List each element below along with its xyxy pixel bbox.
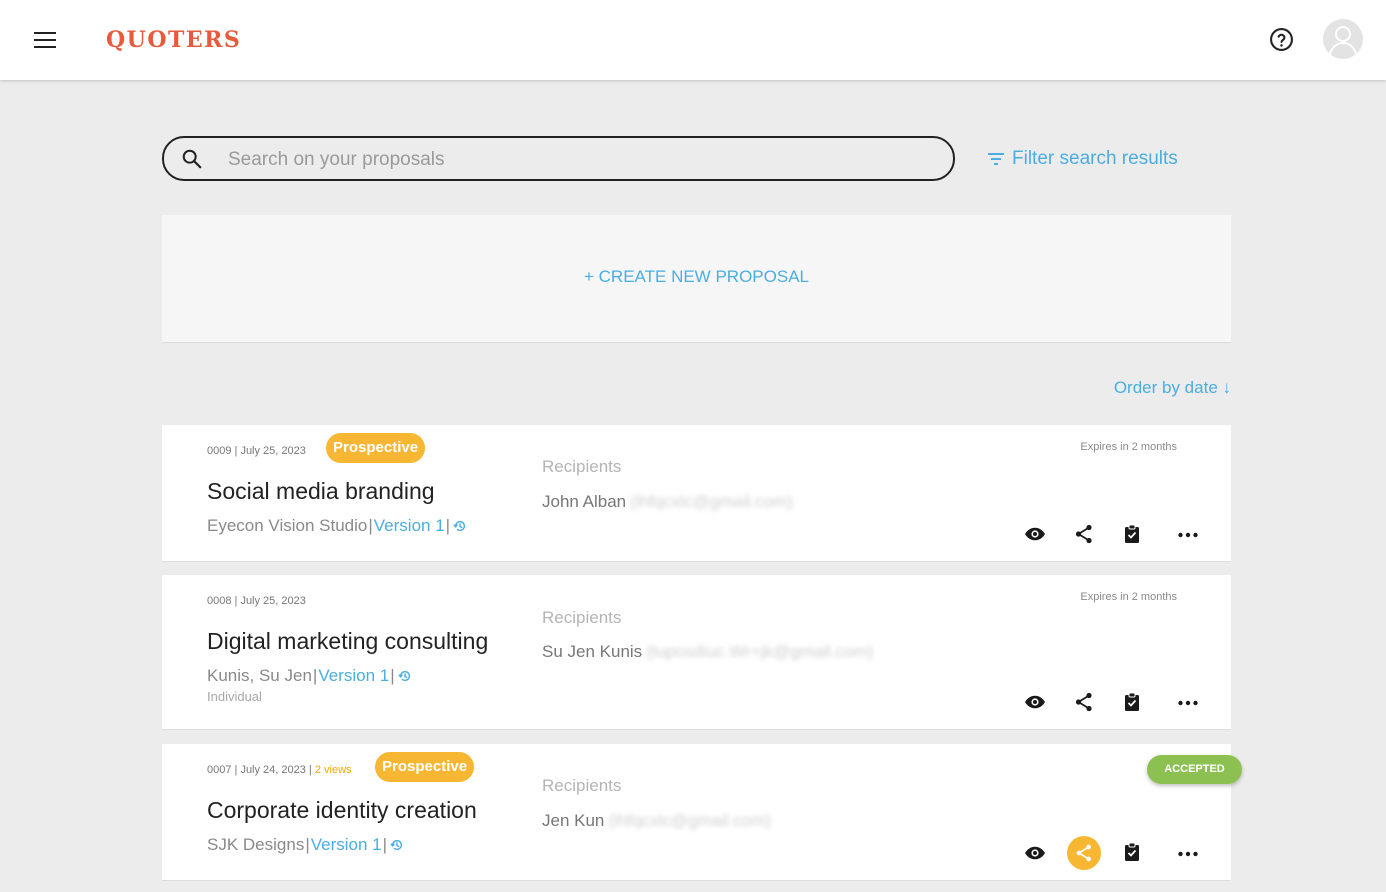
help-circle-icon[interactable] [1269, 27, 1294, 52]
recipient-email: (lhfqcxlc@gmail.com) [630, 492, 793, 511]
recipients-label: Recipients [542, 457, 622, 476]
search-bar[interactable] [162, 136, 955, 181]
more-options-icon[interactable] [1176, 842, 1200, 866]
assignment-check-icon[interactable] [1120, 840, 1144, 864]
client-name: SJK Designs [207, 835, 305, 854]
assignment-check-icon[interactable] [1120, 522, 1144, 546]
proposal-subline: Kunis, Su Jen | Version 1 | [207, 666, 412, 686]
user-avatar-icon[interactable] [1323, 19, 1363, 59]
proposal-subline: SJK Designs | Version 1 | [207, 835, 404, 855]
top-app-bar: QUOTERS [0, 0, 1386, 80]
proposal-card[interactable]: 0008 | July 25, 2023 Digital marketing c… [162, 575, 1231, 730]
history-icon[interactable] [453, 519, 467, 533]
app-logo[interactable]: QUOTERS [106, 27, 241, 53]
proposal-card[interactable]: 0009 | July 25, 2023 Prospective Social … [162, 425, 1231, 562]
recipient-name: Su Jen Kunis [542, 642, 643, 661]
proposal-number-date: 0009 | July 25, 2023 [207, 445, 306, 457]
recipients-label: Recipients [542, 608, 622, 627]
proposal-meta: 0008 | July 25, 2023 [207, 595, 306, 607]
views-count: 2 views [314, 764, 352, 776]
recipient-name: Jen Kun [542, 811, 605, 830]
version-link[interactable]: Version 1 [318, 666, 389, 686]
version-link[interactable]: Version 1 [374, 516, 445, 536]
share-icon[interactable] [1067, 836, 1101, 870]
view-icon[interactable] [1023, 841, 1047, 865]
history-icon[interactable] [397, 669, 412, 683]
history-icon[interactable] [390, 838, 404, 852]
expiry-text: Expires in 2 months [1080, 591, 1177, 603]
recipient-email: (tuposdiuc.Wr+jk@gmail.com) [646, 642, 874, 661]
filter-label: Filter search results [1012, 148, 1178, 169]
recipients-label: Recipients [542, 776, 622, 795]
accepted-badge: ACCEPTED [1147, 755, 1242, 784]
share-icon[interactable] [1072, 690, 1096, 714]
view-icon[interactable] [1023, 690, 1047, 714]
proposal-number-date: 0007 | July 24, 2023 | [207, 764, 312, 776]
status-badge: Prospective [375, 752, 475, 782]
proposal-title[interactable]: Corporate identity creation [207, 797, 477, 824]
status-badge: Prospective [326, 433, 426, 463]
proposal-title[interactable]: Digital marketing consulting [207, 628, 488, 655]
proposal-title[interactable]: Social media branding [207, 478, 435, 505]
proposal-subline: Eyecon Vision Studio | Version 1 | [207, 516, 467, 536]
create-new-proposal-button[interactable]: + CREATE NEW PROPOSAL [162, 267, 1231, 287]
proposal-number-date: 0008 | July 25, 2023 [207, 595, 306, 607]
recipient-name: John Alban [542, 492, 627, 511]
recipient: Jen Kun (lhfqcxlc@gmail.com) [542, 811, 771, 831]
recipient: Su Jen Kunis (tuposdiuc.Wr+jk@gmail.com) [542, 642, 873, 662]
recipient: John Alban (lhfqcxlc@gmail.com) [542, 492, 793, 512]
proposal-card[interactable]: 0007 | July 24, 2023 | 2 views Prospecti… [162, 744, 1242, 881]
recipient-email: (lhfqcxlc@gmail.com) [608, 811, 772, 830]
search-icon [182, 149, 202, 169]
assignment-check-icon[interactable] [1120, 690, 1144, 714]
hamburger-menu-icon[interactable] [34, 32, 56, 48]
client-type: Individual [207, 689, 262, 704]
client-name: Kunis, Su Jen [207, 666, 312, 685]
share-icon[interactable] [1072, 522, 1096, 546]
view-icon[interactable] [1023, 522, 1047, 546]
order-by-date-link[interactable]: Order by date ↓ [1114, 378, 1231, 398]
expiry-text: Expires in 2 months [1080, 441, 1177, 453]
more-options-icon[interactable] [1176, 691, 1200, 715]
proposal-meta: 0007 | July 24, 2023 | 2 views [207, 764, 352, 776]
create-proposal-panel: + CREATE NEW PROPOSAL [162, 215, 1231, 343]
search-input[interactable] [226, 145, 930, 175]
more-options-icon[interactable] [1176, 523, 1200, 547]
filter-search-results-link[interactable]: Filter search results [988, 147, 1178, 171]
client-name: Eyecon Vision Studio [207, 516, 368, 535]
proposal-meta: 0009 | July 25, 2023 [207, 445, 306, 457]
filter-icon [988, 153, 1004, 165]
version-link[interactable]: Version 1 [311, 835, 382, 855]
